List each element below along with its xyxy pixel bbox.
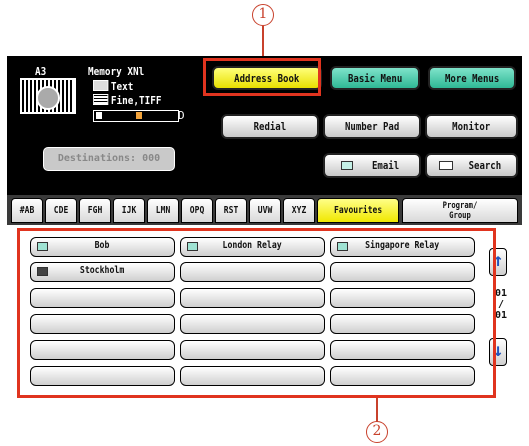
contrast-slider[interactable]: D bbox=[93, 109, 185, 122]
document-preview-icon bbox=[20, 78, 76, 114]
search-label: Search bbox=[468, 159, 501, 172]
tab-label: #AB bbox=[19, 205, 35, 216]
callout-2-highlight bbox=[17, 228, 496, 398]
contrast-min-mark bbox=[96, 112, 102, 119]
callout-1-highlight bbox=[203, 58, 321, 96]
tab-label: OPQ bbox=[189, 205, 205, 216]
tab-rst[interactable]: RST bbox=[215, 198, 247, 223]
tab-program-group[interactable]: Program/ Group bbox=[402, 198, 518, 223]
tab-label: IJK bbox=[121, 205, 137, 216]
resolution-label: Fine,TIFF bbox=[93, 94, 162, 107]
tab-ab[interactable]: #AB bbox=[11, 198, 43, 223]
tab-opq[interactable]: OPQ bbox=[181, 198, 213, 223]
redial-label: Redial bbox=[253, 120, 287, 133]
tab-label: CDE bbox=[53, 205, 69, 216]
tab-xyz[interactable]: XYZ bbox=[283, 198, 315, 223]
tab-lmn[interactable]: LMN bbox=[147, 198, 179, 223]
tab-label: Favourites bbox=[333, 205, 383, 216]
callout-2-marker: 2 bbox=[366, 421, 388, 443]
resolution-text: Fine,TIFF bbox=[110, 94, 162, 107]
address-book-icon bbox=[438, 161, 453, 170]
envelope-icon bbox=[341, 161, 354, 170]
index-tab-bar: #AB CDE FGH IJK LMN OPQ RST UVW XYZ Favo… bbox=[7, 195, 522, 225]
tab-fgh[interactable]: FGH bbox=[79, 198, 111, 223]
basic-menu-button[interactable]: Basic Menu bbox=[330, 66, 420, 90]
tab-label: LMN bbox=[155, 205, 171, 216]
resolution-icon bbox=[93, 94, 109, 105]
number-pad-label: Number Pad bbox=[344, 120, 400, 133]
tab-favourites[interactable]: Favourites bbox=[317, 198, 399, 223]
memory-label: Memory XNl bbox=[88, 65, 145, 78]
tab-uvw[interactable]: UVW bbox=[249, 198, 281, 223]
monitor-button[interactable]: Monitor bbox=[425, 114, 518, 139]
tab-label: RST bbox=[223, 205, 239, 216]
original-type-label: Text bbox=[93, 80, 133, 93]
number-pad-button[interactable]: Number Pad bbox=[323, 114, 421, 139]
text-mode-icon bbox=[93, 80, 109, 91]
tab-cde[interactable]: CDE bbox=[45, 198, 77, 223]
tab-label: UVW bbox=[257, 205, 273, 216]
tab-label: Program/ Group bbox=[442, 200, 478, 221]
tab-ijk[interactable]: IJK bbox=[113, 198, 145, 223]
contrast-level-indicator bbox=[136, 112, 142, 119]
email-label: Email bbox=[372, 159, 400, 172]
contrast-max-icon: D bbox=[178, 109, 185, 122]
redial-button[interactable]: Redial bbox=[221, 114, 319, 139]
basic-menu-label: Basic Menu bbox=[347, 71, 403, 85]
callout-1-marker: 1 bbox=[252, 4, 274, 26]
destinations-button[interactable]: Destinations: 000 bbox=[43, 147, 175, 171]
monitor-label: Monitor bbox=[452, 120, 491, 133]
more-menus-button[interactable]: More Menus bbox=[428, 66, 516, 90]
more-menus-label: More Menus bbox=[444, 71, 500, 85]
callout-2-line bbox=[376, 398, 378, 422]
tab-label: XYZ bbox=[291, 205, 307, 216]
original-type-text: Text bbox=[110, 80, 134, 93]
callout-1-line bbox=[262, 26, 264, 58]
search-button[interactable]: Search bbox=[425, 153, 518, 178]
email-button[interactable]: Email bbox=[323, 153, 421, 178]
paper-size-label: A3 bbox=[35, 65, 47, 78]
tab-label: FGH bbox=[87, 205, 103, 216]
